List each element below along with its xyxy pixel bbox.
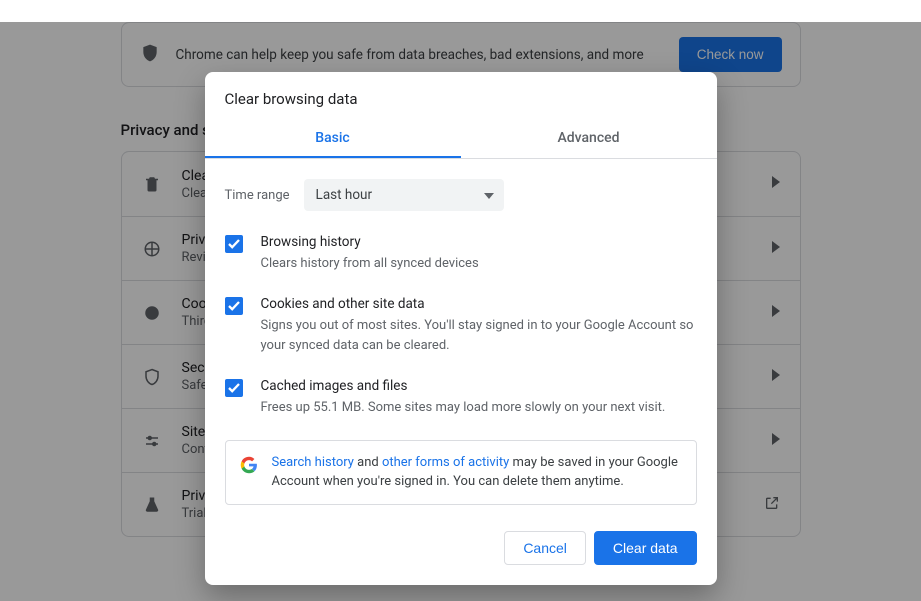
checkbox-cookies[interactable] [225, 297, 243, 315]
option-title: Cached images and files [261, 377, 697, 396]
clear-browsing-data-dialog: Clear browsing data Basic Advanced Time … [205, 72, 717, 585]
time-range-value: Last hour [316, 187, 373, 203]
google-logo-icon [240, 456, 258, 474]
tab-basic[interactable]: Basic [205, 118, 461, 158]
dialog-tabs: Basic Advanced [205, 118, 717, 159]
checkbox-browsing-history[interactable] [225, 235, 243, 253]
notice-text: Search history and other forms of activi… [272, 453, 682, 492]
time-range-label: Time range [225, 188, 290, 203]
option-sub: Clears history from all synced devices [261, 254, 697, 274]
link-search-history[interactable]: Search history [272, 455, 354, 470]
cancel-button[interactable]: Cancel [504, 531, 586, 565]
option-cookies: Cookies and other site data Signs you ou… [225, 295, 697, 355]
dialog-actions: Cancel Clear data [205, 511, 717, 585]
caret-down-icon [484, 187, 494, 203]
link-other-activity[interactable]: other forms of activity [382, 455, 509, 470]
option-cached: Cached images and files Frees up 55.1 MB… [225, 377, 697, 417]
option-sub: Signs you out of most sites. You'll stay… [261, 316, 697, 355]
tab-advanced[interactable]: Advanced [461, 118, 717, 158]
option-sub: Frees up 55.1 MB. Some sites may load mo… [261, 398, 697, 418]
option-title: Browsing history [261, 233, 697, 252]
dialog-title: Clear browsing data [205, 72, 717, 118]
option-browsing-history: Browsing history Clears history from all… [225, 233, 697, 273]
option-title: Cookies and other site data [261, 295, 697, 314]
checkbox-cached[interactable] [225, 379, 243, 397]
time-range-select[interactable]: Last hour [304, 179, 504, 211]
clear-data-button[interactable]: Clear data [594, 531, 697, 565]
google-account-notice: Search history and other forms of activi… [225, 440, 697, 505]
time-range-row: Time range Last hour [225, 179, 697, 211]
